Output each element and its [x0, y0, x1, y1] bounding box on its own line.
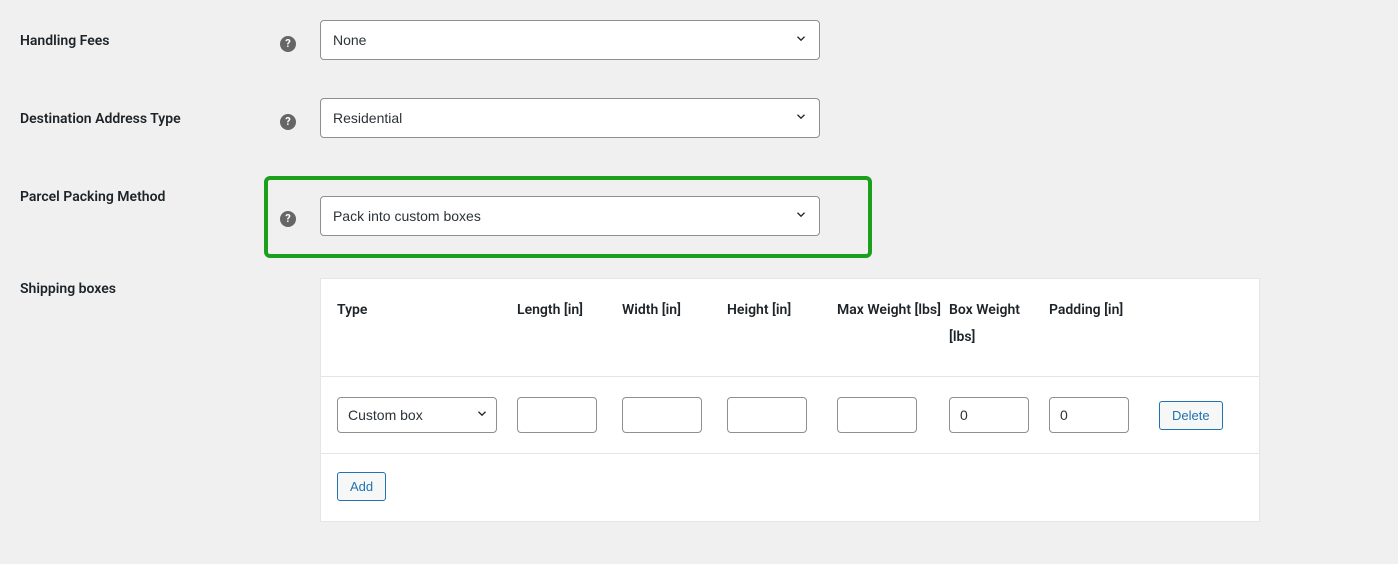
th-height: Height [in]: [727, 297, 837, 350]
parcel-packing-method-select[interactable]: Pack into custom boxes: [320, 196, 820, 236]
th-length: Length [in]: [517, 297, 622, 350]
highlight-box: ? Pack into custom boxes: [264, 176, 872, 258]
length-input[interactable]: [517, 397, 597, 433]
handling-fees-label: Handling Fees: [20, 33, 110, 49]
table-footer: Add: [321, 453, 1259, 521]
box-weight-input[interactable]: [949, 397, 1029, 433]
width-input[interactable]: [622, 397, 702, 433]
handling-fees-select[interactable]: None: [320, 20, 820, 60]
help-icon[interactable]: ?: [280, 114, 296, 130]
th-box-weight: Box Weight [lbs]: [949, 297, 1049, 350]
th-max-weight: Max Weight [lbs]: [837, 297, 949, 350]
th-padding: Padding [in]: [1049, 297, 1159, 350]
help-icon[interactable]: ?: [280, 211, 296, 227]
parcel-packing-method-label: Parcel Packing Method: [20, 189, 165, 205]
height-input[interactable]: [727, 397, 807, 433]
table-header: Type Length [in] Width [in] Height [in] …: [321, 279, 1259, 376]
delete-button[interactable]: Delete: [1159, 401, 1223, 430]
shipping-boxes-label: Shipping boxes: [20, 281, 116, 297]
box-type-select[interactable]: Custom box: [337, 397, 497, 433]
max-weight-input[interactable]: [837, 397, 917, 433]
th-type: Type: [337, 297, 517, 350]
table-row: Custom box: [321, 376, 1259, 453]
destination-address-type-label: Destination Address Type: [20, 111, 181, 127]
padding-input[interactable]: [1049, 397, 1129, 433]
help-icon[interactable]: ?: [280, 36, 296, 52]
shipping-boxes-table: Type Length [in] Width [in] Height [in] …: [320, 278, 1260, 522]
destination-address-type-select[interactable]: Residential: [320, 98, 820, 138]
add-button[interactable]: Add: [337, 472, 386, 501]
th-width: Width [in]: [622, 297, 727, 350]
